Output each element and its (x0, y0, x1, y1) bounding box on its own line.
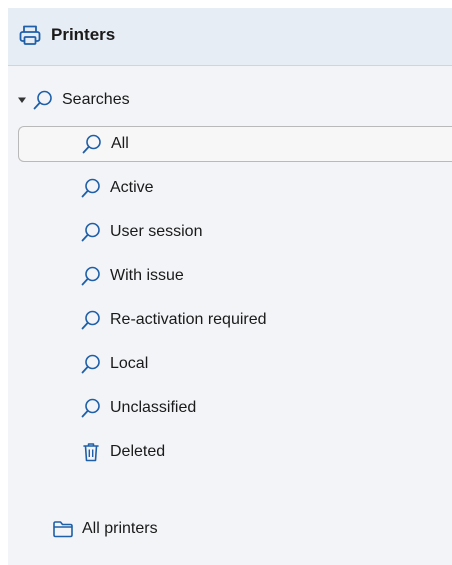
tree-item-with-issue[interactable]: With issue (80, 259, 184, 293)
search-icon (33, 90, 52, 110)
printer-icon (19, 25, 41, 45)
tree-item-label: Unclassified (110, 399, 197, 416)
tree-item-re-activation-required[interactable]: Re-activation required (80, 303, 267, 337)
tree-folder-all-printers[interactable]: All printers (52, 512, 158, 546)
tree-item-label: User session (110, 223, 203, 240)
tree-item-user-session[interactable]: User session (80, 215, 202, 249)
tree-group-searches[interactable]: Searches (32, 83, 130, 117)
tree-item-label: All (111, 135, 129, 152)
tree-item-label: Active (110, 179, 154, 196)
printers-panel: Printers Searches All Active User sessio… (8, 8, 452, 565)
search-icon (81, 398, 100, 418)
tree-item-local[interactable]: Local (80, 347, 148, 381)
tree-item-label: Re-activation required (110, 311, 267, 328)
search-icon (81, 354, 100, 374)
search-icon (81, 222, 100, 242)
panel-title: Printers (51, 25, 116, 44)
tree-item-deleted[interactable]: Deleted (80, 435, 165, 469)
tree-item-label: With issue (110, 267, 184, 284)
search-icon (81, 178, 100, 198)
panel-header: Printers (8, 8, 452, 66)
tree-item-active[interactable]: Active (80, 171, 154, 205)
tree-item-all[interactable]: All (18, 126, 452, 162)
tree-item-label: All printers (82, 520, 158, 537)
search-icon (82, 134, 101, 154)
trash-icon (83, 443, 99, 462)
folder-icon (53, 521, 73, 538)
search-icon (81, 266, 100, 286)
tree-item-unclassified[interactable]: Unclassified (80, 391, 196, 425)
search-icon (81, 310, 100, 330)
tree-item-label: Deleted (110, 443, 166, 460)
tree-item-label: Local (110, 355, 149, 372)
collapse-triangle-icon[interactable] (17, 95, 27, 105)
tree-group-label: Searches (62, 91, 130, 108)
